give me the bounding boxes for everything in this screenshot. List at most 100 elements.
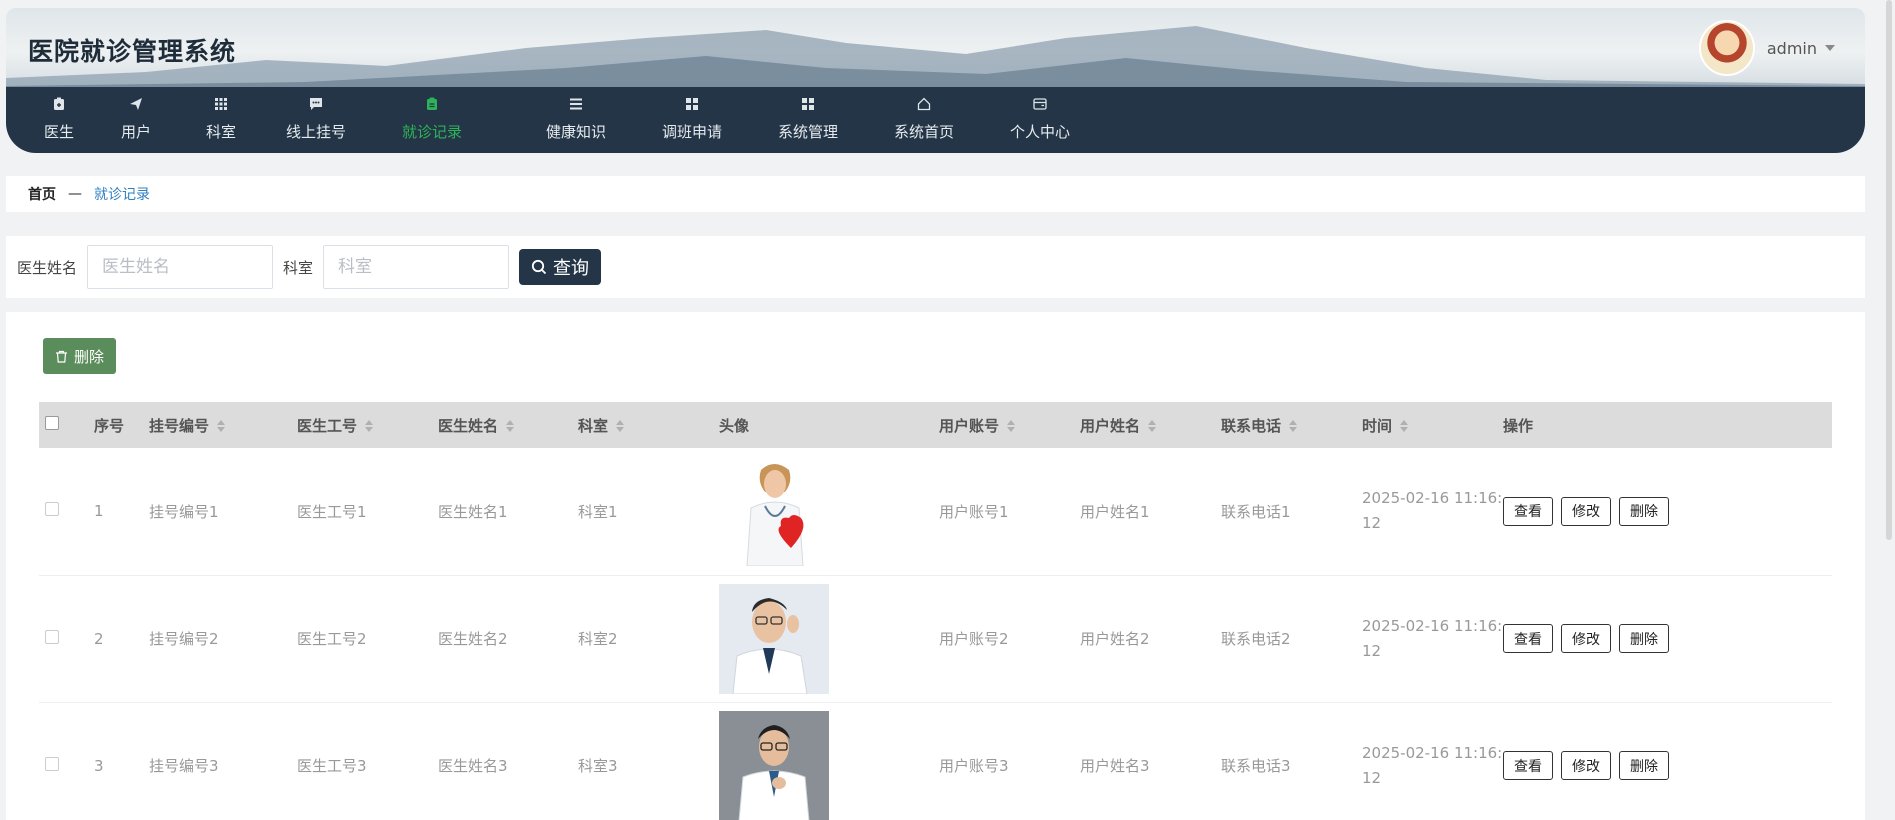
list-icon — [570, 98, 582, 110]
view-button[interactable]: 查看 — [1503, 496, 1553, 526]
column-header[interactable]: 医生姓名 — [438, 402, 578, 448]
column-header-label: 科室 — [578, 416, 609, 435]
nav-item-user[interactable]: 用户 — [121, 87, 151, 153]
doctor-icon — [54, 97, 64, 110]
nav-label: 医生 — [44, 123, 75, 141]
sort-icon[interactable] — [365, 420, 374, 432]
breadcrumb-current: 就诊记录 — [94, 187, 150, 203]
apps-icon — [802, 98, 814, 110]
sort-icon[interactable] — [1007, 420, 1016, 432]
query-button[interactable]: 查询 — [519, 249, 602, 285]
cell-doctor-name: 医生姓名1 — [438, 502, 508, 521]
nav-label: 系统管理 — [778, 123, 839, 141]
nav-item-department[interactable]: 科室 — [206, 87, 236, 153]
doctor-name-input[interactable] — [87, 245, 274, 289]
cell-time: 2025-02-16 11:16: 12 — [1362, 448, 1503, 575]
delete-button[interactable]: 删除 — [1619, 624, 1669, 653]
column-header[interactable]: 用户姓名 — [1080, 402, 1221, 448]
cell-user-name: 用户姓名2 — [1080, 630, 1150, 648]
breadcrumb-home[interactable]: 首页 — [28, 184, 56, 204]
wallet-icon — [1033, 98, 1047, 110]
page-scrollbar[interactable] — [1886, 0, 1892, 540]
time-date: 2025-02-16 11:16: — [1362, 489, 1503, 508]
column-header-label: 时间 — [1362, 416, 1393, 435]
nav-label: 科室 — [206, 123, 237, 141]
column-header: 操作 — [1503, 416, 1534, 435]
time-seconds: 12 — [1362, 768, 1382, 787]
sort-icon[interactable] — [1289, 420, 1298, 432]
sort-icon[interactable] — [217, 420, 226, 432]
cell-index: 2 — [94, 629, 104, 648]
cell-index: 1 — [94, 502, 104, 521]
column-header[interactable]: 用户账号 — [939, 402, 1080, 448]
edit-button[interactable]: 修改 — [1561, 624, 1611, 653]
sort-icon[interactable] — [506, 420, 515, 432]
home-icon — [917, 97, 931, 111]
column-header-label: 用户姓名 — [1080, 416, 1141, 435]
time-date: 2025-02-16 11:16: — [1362, 743, 1503, 762]
send-icon — [130, 98, 142, 110]
nav-label: 系统首页 — [894, 123, 955, 141]
row-checkbox[interactable] — [45, 756, 59, 771]
nav-item-shift-request[interactable]: 调班申请 — [662, 87, 722, 153]
view-button[interactable]: 查看 — [1503, 751, 1553, 780]
nav-label: 健康知识 — [546, 123, 607, 141]
app-title: 医院就诊管理系统 — [28, 37, 237, 66]
column-header[interactable]: 科室 — [578, 402, 719, 448]
cell-reg-no: 挂号编号1 — [149, 502, 219, 521]
doctor-photo — [719, 583, 829, 694]
select-all-checkbox[interactable] — [45, 416, 59, 430]
table-row: 1 挂号编号1 医生工号1 医生姓名1 科室1 用户账号1 用户姓名1 联系电话… — [39, 448, 1832, 575]
trash-icon — [56, 350, 67, 363]
nav-item-online-registration[interactable]: 线上挂号 — [286, 87, 346, 153]
doctor-photo — [719, 710, 829, 820]
mountain-background — [6, 26, 1865, 88]
grid-icon — [215, 98, 227, 110]
records-table: 序号 挂号编号 医生工号 医生姓名 科室 头像 用户账号 用户姓名 联系电话 时… — [39, 402, 1832, 820]
sort-icon[interactable] — [616, 420, 625, 432]
sort-icon[interactable] — [1400, 420, 1409, 432]
clipboard-icon — [427, 97, 437, 110]
nav-item-system-management[interactable]: 系统管理 — [778, 87, 838, 153]
cell-user-account: 用户账号1 — [939, 502, 1009, 521]
doctor-name-label: 医生姓名 — [17, 258, 78, 277]
department-input[interactable] — [323, 245, 510, 289]
doctor-photo — [719, 456, 829, 567]
chat-icon — [310, 98, 322, 110]
delete-button[interactable]: 删除 — [1619, 751, 1669, 780]
row-checkbox[interactable] — [45, 629, 59, 644]
breadcrumb-separator: — — [68, 186, 82, 202]
nav-label: 用户 — [121, 123, 152, 141]
cell-department: 科室1 — [578, 502, 618, 521]
username[interactable]: admin — [1767, 39, 1817, 58]
apps-icon — [686, 98, 698, 110]
edit-button[interactable]: 修改 — [1561, 751, 1611, 780]
column-header[interactable]: 时间 — [1362, 402, 1503, 448]
avatar[interactable] — [1698, 20, 1755, 76]
nav-item-visit-records[interactable]: 就诊记录 — [402, 87, 462, 153]
column-header[interactable]: 医生工号 — [297, 402, 438, 448]
row-checkbox[interactable] — [45, 502, 59, 517]
nav-item-health-knowledge[interactable]: 健康知识 — [546, 87, 606, 153]
user-menu[interactable]: admin — [1698, 20, 1835, 76]
time-seconds: 12 — [1362, 641, 1382, 660]
nav-item-system-home[interactable]: 系统首页 — [894, 87, 954, 153]
sort-icon[interactable] — [1148, 420, 1157, 432]
chevron-down-icon[interactable] — [1825, 45, 1835, 51]
column-header[interactable]: 联系电话 — [1221, 402, 1362, 448]
edit-button[interactable]: 修改 — [1561, 496, 1611, 526]
nav-item-personal-center[interactable]: 个人中心 — [1010, 87, 1070, 153]
column-header-label: 用户账号 — [939, 416, 1000, 435]
query-button-label: 查询 — [553, 258, 590, 279]
cell-doctor-id: 医生工号2 — [297, 630, 367, 648]
delete-button[interactable]: 删除 — [1619, 496, 1669, 526]
time-date: 2025-02-16 11:16: — [1362, 616, 1503, 635]
breadcrumb: 首页 — 就诊记录 — [6, 176, 1865, 212]
cell-doctor-name: 医生姓名2 — [438, 630, 508, 648]
column-header[interactable]: 挂号编号 — [149, 402, 297, 448]
batch-delete-button[interactable]: 删除 — [43, 338, 117, 374]
nav-item-doctor[interactable]: 医生 — [44, 87, 74, 153]
nav-label: 线上挂号 — [286, 123, 347, 141]
view-button[interactable]: 查看 — [1503, 624, 1553, 653]
cell-phone: 联系电话1 — [1221, 502, 1291, 521]
